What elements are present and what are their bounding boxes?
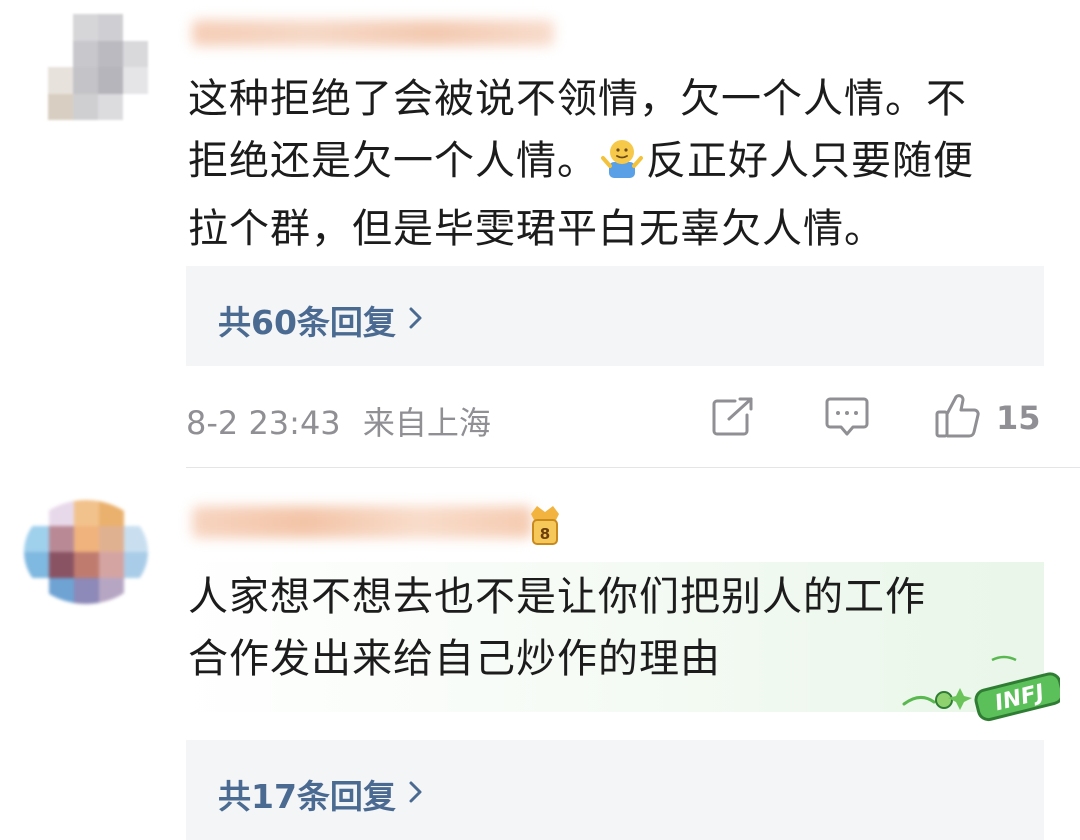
comment-text: 人家想不想去也不是让你们把别人的工作 合作发出来给自己炒作的理由 xyxy=(188,566,926,690)
thumbs-up-icon xyxy=(934,393,982,443)
chevron-right-icon xyxy=(406,775,426,814)
comment-text: 这种拒绝了会被说不领情，欠一个人情。不 拒绝还是欠一个人情。 反正好人只要随便 … xyxy=(188,68,974,260)
comment-line: 拒绝还是欠一个人情。 反正好人只要随便 xyxy=(188,130,974,198)
reply-count-label: 共17条回复 xyxy=(218,777,396,816)
reply-box[interactable]: 共17条回复 xyxy=(186,740,1044,840)
comment-line: 拉个群，但是毕雯珺平白无辜欠人情。 xyxy=(188,206,885,252)
like-count: 15 xyxy=(996,399,1041,437)
share-button[interactable] xyxy=(708,396,758,442)
username[interactable] xyxy=(192,506,532,538)
comment-line: 这种拒绝了会被说不领情，欠一个人情。不 xyxy=(188,76,967,122)
comment-line: 合作发出来给自己炒作的理由 xyxy=(188,636,721,682)
reply-count-label: 共60条回复 xyxy=(218,303,396,342)
chevron-right-icon xyxy=(406,301,426,340)
comment-line: 人家想不想去也不是让你们把别人的工作 xyxy=(188,574,926,620)
timestamp: 8-2 23:43 xyxy=(186,404,341,442)
comment-divider xyxy=(186,467,1080,468)
view-replies-link[interactable]: 共17条回复 xyxy=(218,770,426,818)
avatar[interactable] xyxy=(24,500,148,604)
view-replies-link[interactable]: 共60条回复 xyxy=(218,296,426,344)
infj-badge-icon: INFJ xyxy=(902,655,1064,722)
infj-badge: INFJ xyxy=(900,652,1064,722)
level-badge-icon: 8 xyxy=(528,502,562,550)
share-icon xyxy=(711,397,755,441)
avatar[interactable] xyxy=(48,14,148,120)
shrug-emoji-icon xyxy=(600,136,644,198)
username[interactable] xyxy=(192,20,554,46)
comment-meta: 8-2 23:43 来自上海 xyxy=(186,398,491,444)
svg-text:8: 8 xyxy=(540,525,550,543)
comment-icon xyxy=(825,396,869,442)
reply-box[interactable]: 共60条回复 xyxy=(186,266,1044,366)
location: 来自上海 xyxy=(362,404,491,442)
comment-button[interactable] xyxy=(822,396,872,442)
like-button[interactable]: 15 xyxy=(934,392,1044,444)
